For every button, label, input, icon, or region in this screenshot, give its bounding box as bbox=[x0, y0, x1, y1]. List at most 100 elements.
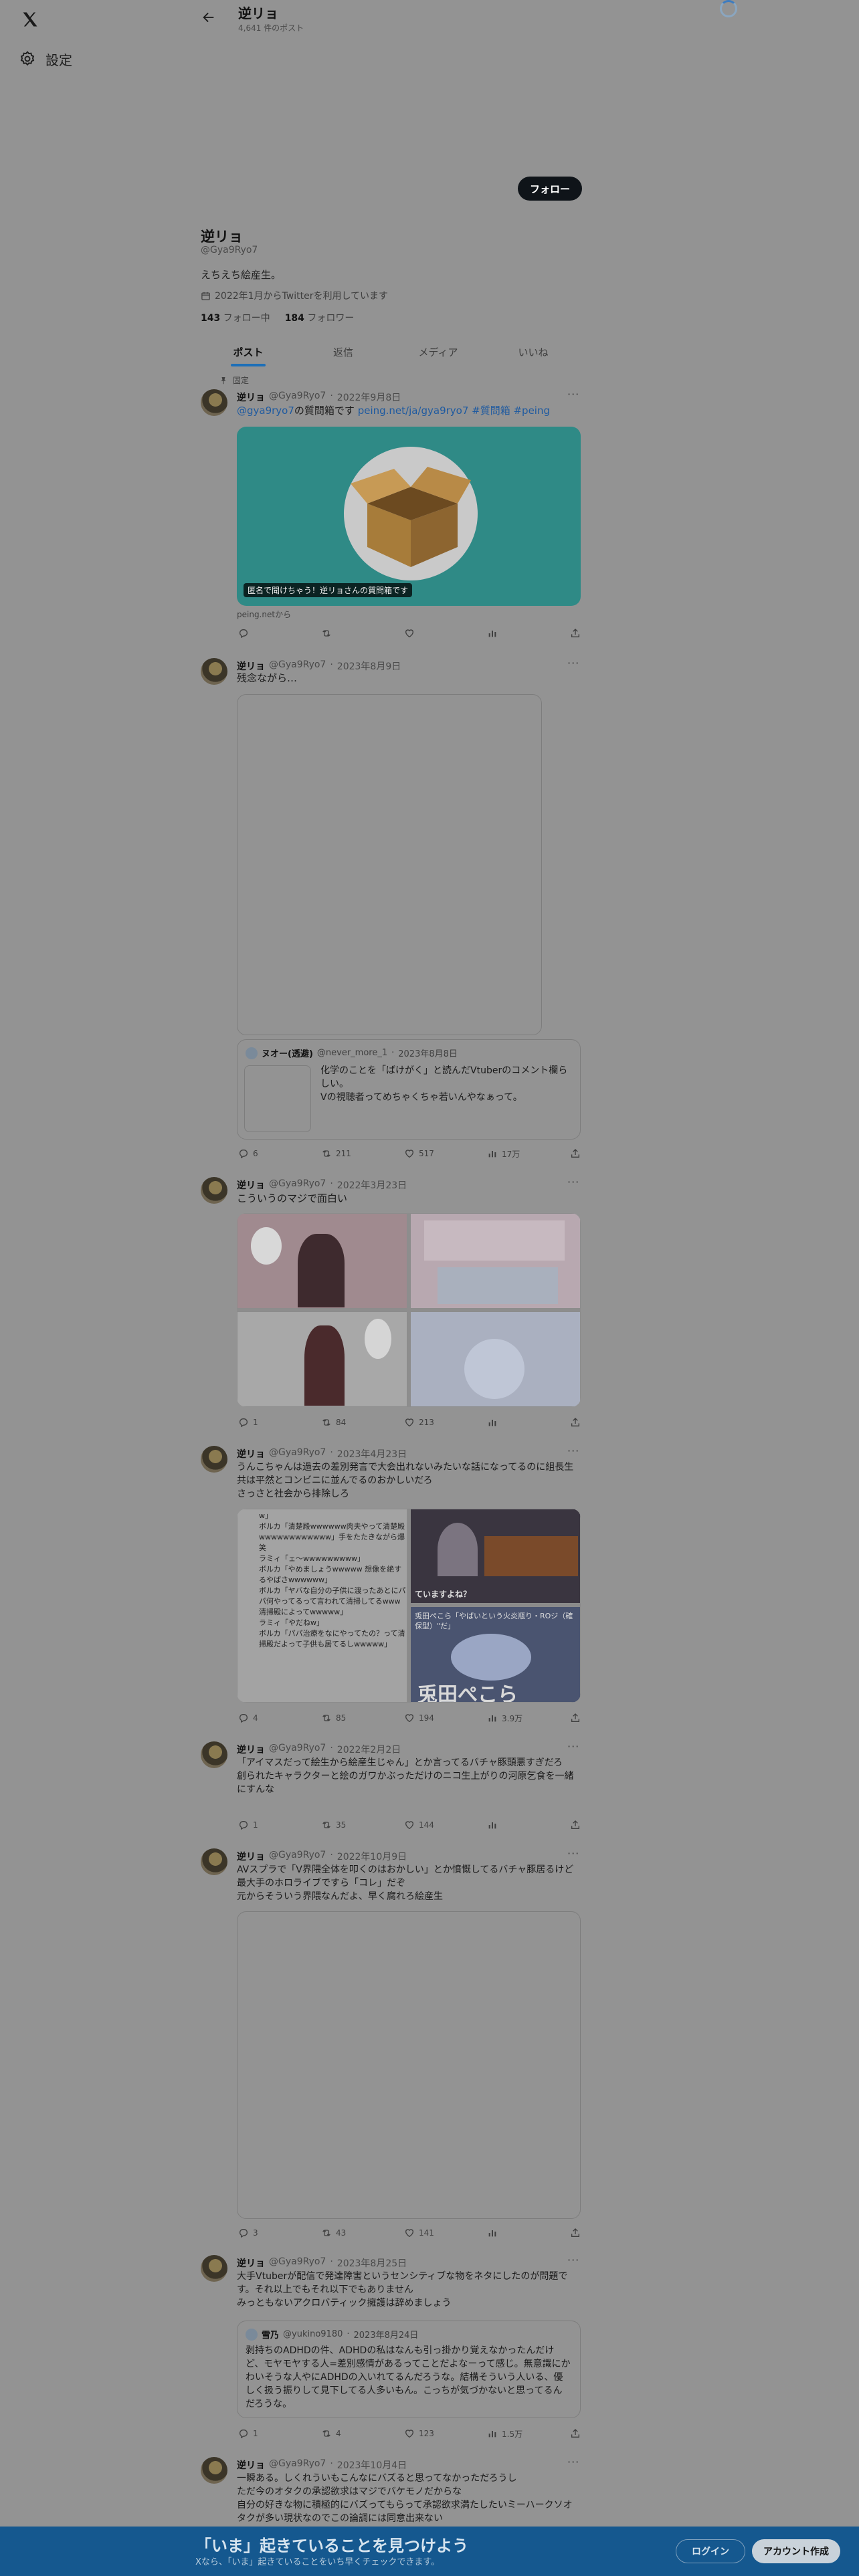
views-button[interactable] bbox=[487, 1417, 527, 1428]
avatar[interactable] bbox=[201, 1848, 227, 1875]
avatar[interactable] bbox=[201, 1741, 227, 1768]
reply-button[interactable]: 3 bbox=[238, 2228, 278, 2238]
tab-media[interactable]: メディア bbox=[391, 338, 486, 366]
more-options-icon[interactable]: ··· bbox=[567, 2456, 579, 2468]
share-button[interactable] bbox=[570, 2428, 581, 2439]
tab-likes[interactable]: いいね bbox=[486, 338, 581, 366]
repost-button[interactable]: 35 bbox=[321, 1820, 361, 1830]
link-card[interactable]: 匿名で聞けちゃう！逆リョさんの質問箱です bbox=[237, 427, 581, 606]
media-image[interactable]: ていますよね？ bbox=[410, 1509, 581, 1604]
tweet-date[interactable]: 2022年10月9日 bbox=[337, 1850, 407, 1863]
tweet-author-name[interactable]: 逆リョ bbox=[237, 2458, 265, 2472]
media-image[interactable] bbox=[237, 1311, 407, 1407]
media-image[interactable]: w」 ボルカ「清楚殿wwwwww肉夫やって清楚殿wwwwwwwwwwww」手をたた… bbox=[237, 1509, 407, 1703]
views-button[interactable] bbox=[487, 2228, 527, 2238]
mention-link[interactable]: @gya9ryo7 bbox=[237, 405, 294, 417]
tweet-date[interactable]: 2022年9月8日 bbox=[337, 391, 401, 404]
more-options-icon[interactable]: ··· bbox=[567, 388, 579, 401]
reply-button[interactable]: 1 bbox=[238, 2428, 278, 2439]
avatar[interactable] bbox=[201, 2255, 227, 2282]
repost-button[interactable]: 211 bbox=[321, 1148, 361, 1159]
views-button[interactable]: 17万 bbox=[487, 1148, 527, 1160]
reply-button[interactable] bbox=[238, 628, 278, 639]
tweet-author-handle[interactable]: @Gya9Ryo7 bbox=[269, 1850, 326, 1863]
avatar[interactable] bbox=[201, 389, 227, 416]
tweet-author-handle[interactable]: @Gya9Ryo7 bbox=[269, 1447, 326, 1461]
share-button[interactable] bbox=[570, 2228, 581, 2238]
login-button[interactable]: ログイン bbox=[676, 2539, 745, 2563]
like-button[interactable]: 194 bbox=[404, 1713, 444, 1723]
media-image[interactable] bbox=[237, 1213, 407, 1309]
like-button[interactable] bbox=[404, 628, 444, 639]
tweet-media[interactable] bbox=[237, 1911, 581, 2219]
tweet-author-handle[interactable]: @Gya9Ryo7 bbox=[269, 1743, 326, 1756]
avatar[interactable] bbox=[201, 658, 227, 685]
views-button[interactable] bbox=[487, 628, 527, 639]
more-options-icon[interactable]: ··· bbox=[567, 1847, 579, 1860]
tweet-media[interactable] bbox=[237, 694, 542, 1035]
repost-button[interactable] bbox=[321, 628, 361, 639]
more-options-icon[interactable]: ··· bbox=[567, 2254, 579, 2266]
repost-button[interactable]: 43 bbox=[321, 2228, 361, 2238]
repost-button[interactable]: 84 bbox=[321, 1417, 361, 1428]
like-button[interactable]: 123 bbox=[404, 2428, 444, 2439]
share-button[interactable] bbox=[570, 1148, 581, 1159]
following-link[interactable]: 143 フォロー中 bbox=[201, 311, 270, 324]
tweet-author-handle[interactable]: @Gya9Ryo7 bbox=[269, 1178, 326, 1192]
more-options-icon[interactable]: ··· bbox=[567, 1176, 579, 1188]
reply-button[interactable]: 1 bbox=[238, 1820, 278, 1830]
tweet-date[interactable]: 2023年10月4日 bbox=[337, 2458, 407, 2472]
tweet-media-grid[interactable]: w」 ボルカ「清楚殿wwwwww肉夫やって清楚殿wwwwwwwwwwww」手をたた… bbox=[237, 1509, 581, 1703]
tweet-author-handle[interactable]: @Gya9Ryo7 bbox=[269, 391, 326, 404]
media-image[interactable] bbox=[410, 1311, 581, 1407]
tweet-author-handle[interactable]: @Gya9Ryo7 bbox=[269, 2458, 326, 2472]
tweet-author-name[interactable]: 逆リョ bbox=[237, 1178, 265, 1192]
share-button[interactable] bbox=[570, 1820, 581, 1830]
like-button[interactable]: 141 bbox=[404, 2228, 444, 2238]
quote-tweet[interactable]: ヌオー(透避) @never_more_1 · 2023年8月8日 化学のことを… bbox=[237, 1039, 581, 1140]
tweet-date[interactable]: 2023年8月9日 bbox=[337, 659, 401, 673]
tweet-author-handle[interactable]: @Gya9Ryo7 bbox=[269, 659, 326, 673]
like-button[interactable]: 213 bbox=[404, 1417, 444, 1428]
tweet-date[interactable]: 2022年2月2日 bbox=[337, 1743, 401, 1756]
follow-button[interactable]: フォロー bbox=[518, 177, 582, 201]
more-options-icon[interactable]: ··· bbox=[567, 1444, 579, 1457]
tweet-author-name[interactable]: 逆リョ bbox=[237, 391, 265, 404]
card-source[interactable]: peing.netから bbox=[237, 609, 291, 620]
tweet-date[interactable]: 2023年4月23日 bbox=[337, 1447, 407, 1461]
x-logo-icon[interactable] bbox=[20, 9, 40, 29]
avatar[interactable] bbox=[201, 1446, 227, 1473]
like-button[interactable]: 517 bbox=[404, 1148, 444, 1159]
tweet-date[interactable]: 2022年3月23日 bbox=[337, 1178, 407, 1192]
signup-button[interactable]: アカウント作成 bbox=[752, 2539, 840, 2563]
url-link[interactable]: peing.net/ja/gya9ryo7 #質問箱 #peing bbox=[358, 405, 550, 417]
tweet-author-name[interactable]: 逆リョ bbox=[237, 2256, 265, 2270]
reply-button[interactable]: 6 bbox=[238, 1148, 278, 1159]
share-button[interactable] bbox=[570, 1417, 581, 1428]
more-options-icon[interactable]: ··· bbox=[567, 657, 579, 669]
reply-button[interactable]: 1 bbox=[238, 1417, 278, 1428]
share-button[interactable] bbox=[570, 628, 581, 639]
quote-tweet[interactable]: 雪乃 @yukino9180 · 2023年8月24日 剥持ちのADHDの件、A… bbox=[237, 2321, 581, 2418]
like-button[interactable]: 144 bbox=[404, 1820, 444, 1830]
followers-link[interactable]: 184 フォロワー bbox=[285, 311, 355, 324]
tweet-author-handle[interactable]: @Gya9Ryo7 bbox=[269, 2256, 326, 2270]
reply-button[interactable]: 4 bbox=[238, 1713, 278, 1723]
back-arrow-icon[interactable] bbox=[201, 9, 217, 25]
tweet-author-name[interactable]: 逆リョ bbox=[237, 659, 265, 673]
share-button[interactable] bbox=[570, 1713, 581, 1723]
tweet-date[interactable]: 2023年8月25日 bbox=[337, 2256, 407, 2270]
tweet-author-name[interactable]: 逆リョ bbox=[237, 1850, 265, 1863]
media-image[interactable] bbox=[410, 1213, 581, 1309]
views-button[interactable]: 3.9万 bbox=[487, 1713, 527, 1724]
views-button[interactable]: 1.5万 bbox=[487, 2428, 527, 2440]
more-options-icon[interactable]: ··· bbox=[567, 1740, 579, 1753]
avatar[interactable] bbox=[201, 1177, 227, 1204]
tab-replies[interactable]: 返信 bbox=[296, 338, 391, 366]
avatar[interactable] bbox=[201, 2457, 227, 2484]
media-image[interactable]: 兎田ぺこら「やばいという火炎瓶り・ROジ（確保型）"だ」 兎田ぺこら bbox=[410, 1606, 581, 1703]
nav-settings[interactable]: 設定 bbox=[19, 48, 72, 70]
repost-button[interactable]: 4 bbox=[321, 2428, 361, 2439]
views-button[interactable] bbox=[487, 1820, 527, 1830]
tweet-author-name[interactable]: 逆リョ bbox=[237, 1447, 265, 1461]
